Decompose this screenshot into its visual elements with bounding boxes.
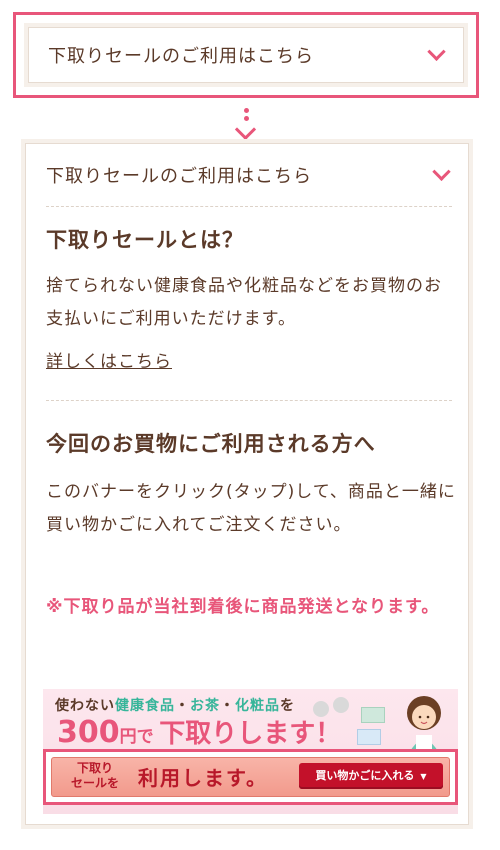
accordion-expanded: 下取りセールのご利用はこちら 下取りセールとは？ 捨てられない健康食品や化粧品な…	[25, 143, 469, 825]
accordion-header-collapsed[interactable]: 下取りセールのご利用はこちら	[28, 27, 464, 83]
add-to-cart-label: 買い物かごに入れる	[315, 769, 415, 782]
shipping-note: ※下取り品が当社到着後に商品発送となります。	[46, 597, 440, 617]
divider	[46, 400, 452, 401]
accordion-collapsed-wrapper: 下取りセールのご利用はこちら	[24, 23, 468, 87]
cta-bar[interactable]: 下取り セールを 利用します。 買い物かごに入れる ▼	[51, 757, 450, 797]
arrow-down-icon	[234, 118, 257, 141]
section-body-usage: このバナーをクリック(タップ)して、商品と一緒に買い物かごに入れてご注文ください…	[46, 482, 456, 535]
divider	[46, 206, 452, 207]
accordion-title: 下取りセールのご利用はこちら	[46, 166, 312, 187]
cta-label-small: 下取り セールを	[70, 761, 119, 790]
accordion-header-expanded[interactable]: 下取りセールのご利用はこちら	[26, 144, 468, 206]
highlight-frame-top: 下取りセールのご利用はこちら	[13, 12, 479, 98]
section-body-about: 捨てられない健康食品や化粧品などをお買物のお支払いにご利用いただけます。	[46, 276, 442, 329]
trade-in-banner[interactable]: 使わない健康食品・お茶・化粧品を 300円で 下取りします！ 下取り セールを …	[43, 689, 458, 814]
banner-tagline: 使わない健康食品・お茶・化粧品を	[55, 698, 295, 714]
section-heading-about: 下取りセールとは？	[46, 228, 244, 252]
section-heading-usage: 今回のお買物にご利用される方へ	[46, 432, 376, 456]
accordion-title: 下取りセールのご利用はこちら	[48, 46, 314, 67]
details-link[interactable]: 詳しくはこちら	[46, 347, 172, 372]
caret-down-icon: ▼	[420, 772, 427, 781]
add-to-cart-button[interactable]: 買い物かごに入れる ▼	[299, 763, 443, 789]
cta-frame: 下取り セールを 利用します。 買い物かごに入れる ▼	[43, 749, 458, 805]
chevron-down-icon	[427, 42, 446, 61]
banner-price-line: 300円で 下取りします！	[57, 715, 342, 750]
person-illustration	[407, 696, 441, 753]
chevron-down-icon	[432, 162, 451, 181]
accordion-expanded-wrapper: 下取りセールのご利用はこちら 下取りセールとは？ 捨てられない健康食品や化粧品な…	[21, 139, 473, 829]
cta-label-main: 利用します。	[138, 766, 268, 790]
